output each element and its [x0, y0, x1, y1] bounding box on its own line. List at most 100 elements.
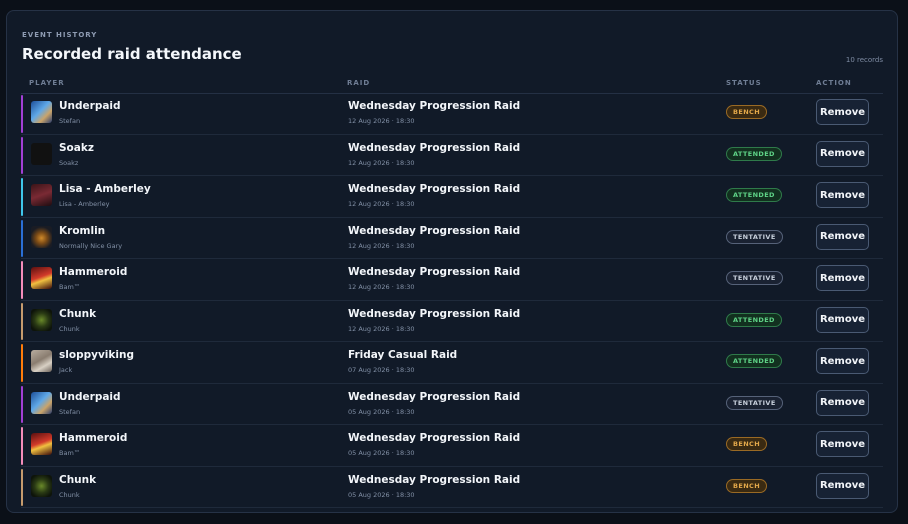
remove-button[interactable]: Remove — [816, 431, 869, 457]
player-name: Kromlin — [59, 224, 106, 237]
table-row: Hammeroid Bam™ Wednesday Progression Rai… — [21, 425, 883, 467]
avatar — [31, 433, 52, 455]
player-subname: Bam™ — [59, 449, 81, 457]
raid-name: Wednesday Progression Raid — [348, 307, 521, 320]
status-badge: ATTENDED — [726, 146, 782, 161]
column-header-raid: RAID — [347, 79, 371, 87]
table-row: Chunk Chunk Wednesday Progression Raid 1… — [21, 301, 883, 342]
avatar — [31, 391, 52, 414]
status-badge: ATTENDED — [726, 312, 782, 327]
class-color-stripe — [21, 136, 23, 174]
table-row: Underpaid Stefan Wednesday Progression R… — [21, 93, 883, 135]
avatar — [31, 101, 52, 123]
class-color-stripe — [21, 178, 23, 216]
class-color-stripe — [21, 385, 23, 423]
avatar — [31, 308, 52, 331]
remove-button[interactable]: Remove — [816, 140, 869, 167]
status-badge: TENTATIVE — [726, 395, 783, 410]
attendance-panel: EVENT HISTORY Recorded raid attendance 1… — [6, 10, 898, 513]
remove-button[interactable]: Remove — [816, 472, 869, 499]
class-color-stripe — [21, 95, 23, 133]
player-name: Underpaid — [59, 100, 121, 112]
column-header-action: ACTION — [816, 79, 852, 87]
remove-button[interactable]: Remove — [816, 348, 869, 374]
status-badge: BENCH — [726, 105, 768, 119]
raid-name: Wednesday Progression Raid — [348, 473, 521, 486]
avatar — [31, 225, 52, 248]
raid-date: 12 Aug 2026 · 18:30 — [348, 200, 415, 208]
avatar — [31, 184, 52, 206]
remove-button[interactable]: Remove — [816, 265, 869, 291]
player-name: Hammeroid — [59, 266, 128, 278]
player-subname: Jack — [59, 366, 73, 374]
raid-date: 05 Aug 2026 · 18:30 — [348, 407, 415, 416]
player-name: Chunk — [59, 473, 97, 486]
class-color-stripe — [21, 427, 23, 465]
player-name: Underpaid — [59, 390, 121, 403]
player-name: Chunk — [59, 307, 97, 320]
page-title: Recorded raid attendance — [22, 45, 242, 63]
record-count: 10 records — [845, 56, 883, 64]
raid-date: 12 Aug 2026 · 18:30 — [348, 241, 415, 250]
raid-date: 12 Aug 2026 · 18:30 — [348, 158, 415, 167]
raid-name: Wednesday Progression Raid — [348, 266, 521, 278]
avatar — [31, 474, 52, 497]
raid-name: Wednesday Progression Raid — [348, 432, 521, 444]
player-subname: Soakz — [59, 158, 79, 167]
raid-date: 12 Aug 2026 · 18:30 — [348, 324, 415, 333]
table-row: sloppyviking Jack Friday Casual Raid 07 … — [21, 342, 883, 384]
remove-button[interactable]: Remove — [816, 389, 869, 416]
player-name: Hammeroid — [59, 432, 128, 444]
raid-name: Wednesday Progression Raid — [348, 390, 521, 403]
player-subname: Lisa - Amberley — [59, 200, 110, 208]
status-badge: ATTENDED — [726, 354, 782, 368]
attendance-table-body: Underpaid Stefan Wednesday Progression R… — [21, 93, 883, 508]
avatar — [31, 267, 52, 289]
raid-name: Wednesday Progression Raid — [348, 183, 521, 195]
avatar — [31, 350, 52, 372]
raid-date: 05 Aug 2026 · 18:30 — [348, 490, 415, 499]
status-badge: BENCH — [726, 437, 768, 451]
status-badge: TENTATIVE — [726, 229, 783, 244]
raid-name: Wednesday Progression Raid — [348, 100, 521, 112]
column-header-status: STATUS — [726, 79, 762, 87]
class-color-stripe — [21, 344, 23, 382]
avatar — [31, 142, 52, 165]
raid-date: 07 Aug 2026 · 18:30 — [348, 366, 415, 374]
class-color-stripe — [21, 302, 23, 340]
remove-button[interactable]: Remove — [816, 99, 869, 125]
class-color-stripe — [21, 261, 23, 299]
status-badge: ATTENDED — [726, 188, 782, 202]
player-subname: Chunk — [59, 324, 80, 333]
player-name: Lisa - Amberley — [59, 183, 151, 195]
status-badge: TENTATIVE — [726, 271, 783, 285]
raid-name: Wednesday Progression Raid — [348, 141, 521, 154]
table-row: Soakz Soakz Wednesday Progression Raid 1… — [21, 135, 883, 176]
class-color-stripe — [21, 219, 23, 257]
player-subname: Stefan — [59, 117, 81, 125]
remove-button[interactable]: Remove — [816, 223, 869, 250]
player-subname: Bam™ — [59, 283, 81, 291]
player-subname: Stefan — [59, 407, 81, 416]
remove-button[interactable]: Remove — [816, 182, 869, 208]
remove-button[interactable]: Remove — [816, 306, 869, 333]
raid-date: 12 Aug 2026 · 18:30 — [348, 117, 415, 125]
class-color-stripe — [21, 468, 23, 506]
raid-date: 05 Aug 2026 · 18:30 — [348, 449, 415, 457]
table-row: Hammeroid Bam™ Wednesday Progression Rai… — [21, 259, 883, 301]
raid-name: Friday Casual Raid — [348, 349, 458, 361]
section-eyebrow: EVENT HISTORY — [22, 31, 98, 39]
player-name: sloppyviking — [59, 349, 134, 361]
raid-date: 12 Aug 2026 · 18:30 — [348, 283, 415, 291]
player-subname: Chunk — [59, 490, 80, 499]
table-row: Underpaid Stefan Wednesday Progression R… — [21, 384, 883, 425]
table-row: Kromlin Normally Nice Gary Wednesday Pro… — [21, 218, 883, 259]
table-row: Lisa - Amberley Lisa - Amberley Wednesda… — [21, 176, 883, 218]
player-subname: Normally Nice Gary — [59, 241, 123, 250]
status-badge: BENCH — [726, 478, 768, 493]
table-header: PLAYER RAID STATUS ACTION — [21, 77, 883, 94]
table-row: Chunk Chunk Wednesday Progression Raid 0… — [21, 467, 883, 508]
column-header-player: PLAYER — [29, 79, 65, 87]
raid-name: Wednesday Progression Raid — [348, 224, 521, 237]
player-name: Soakz — [59, 141, 94, 154]
